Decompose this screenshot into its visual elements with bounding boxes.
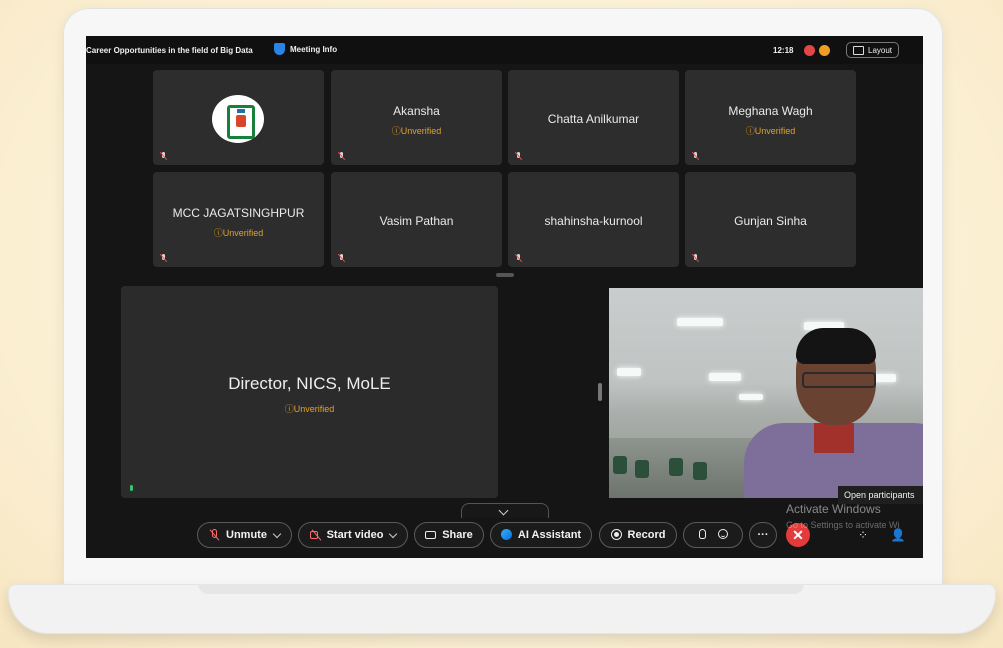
unverified-badge: ⓘUnverified [391,126,442,136]
participant-tile[interactable]: shahinsha-kurnool [508,172,679,267]
layout-label: Layout [868,45,893,55]
layout-icon [853,45,864,55]
participant-name: shahinsha-kurnool [544,214,643,228]
participant-name: Chatta Anilkumar [547,112,640,126]
mic-muted-icon [692,152,700,160]
meeting-info-button[interactable]: Meeting Info [274,43,337,55]
participant-tile[interactable]: MCC JAGATSINGHPUR ⓘUnverified [153,172,324,267]
self-video[interactable] [609,288,923,498]
chevron-down-icon [272,529,282,538]
chair [693,462,707,480]
participant-name: Vasim Pathan [379,214,454,228]
laptop-notch [198,584,804,594]
participant-name: Meghana Wagh [728,104,813,118]
participant-tile[interactable]: Vasim Pathan [331,172,502,267]
recording-indicator-icon [804,45,815,56]
chair [613,456,627,474]
participant-tile[interactable]: Gunjan Sinha [685,172,856,267]
participant-tile[interactable] [153,70,324,165]
start-video-label: Start video [326,529,384,541]
reactions-group[interactable] [683,522,743,548]
ceiling-light [739,394,763,400]
ai-assistant-button[interactable]: AI Assistant [490,522,592,548]
mic-active-icon [128,485,136,493]
status-indicator-icon [819,45,830,56]
unverified-badge: ⓘUnverified [745,126,796,136]
unmute-label: Unmute [226,529,267,541]
mic-muted-icon [515,254,523,262]
mic-muted-icon [515,152,523,160]
mic-muted-icon [160,254,168,262]
share-label: Share [442,529,473,541]
activation-watermark: Activate Windows [786,502,881,516]
mic-muted-icon [692,254,700,262]
layout-button[interactable]: Layout [846,42,900,58]
raise-hand-icon[interactable] [697,529,709,541]
ceiling-light [709,373,741,381]
stage-tile[interactable]: Director, NICS, MoLE ⓘUnverified [121,286,498,498]
more-options-button[interactable]: ··· [749,522,777,548]
participants-icon[interactable]: 👤 [889,526,907,544]
unverified-badge: ⓘUnverified [284,404,335,414]
record-button[interactable]: Record [599,522,677,548]
resize-handle[interactable] [496,273,514,277]
mic-muted-icon [160,152,168,160]
laptop-base [8,584,996,634]
collapse-toolbar-button[interactable] [461,503,549,518]
record-icon [610,529,623,541]
chair [669,458,683,476]
activation-watermark-subtext: Go to Settings to activate Wi [786,520,900,530]
unmute-button[interactable]: Unmute [197,522,292,548]
ceiling-light [617,368,641,376]
participant-name: Gunjan Sinha [734,214,807,228]
participant-tile[interactable]: Akansha ⓘUnverified [331,70,502,165]
participant-name: Akansha [393,104,440,118]
chair [635,460,649,478]
mic-muted-icon [338,254,346,262]
organization-logo-icon [212,95,264,143]
stage-participant-name: Director, NICS, MoLE [228,374,391,393]
title-bar: Career Opportunities in the field of Big… [86,36,923,64]
video-off-icon [309,529,322,541]
mic-muted-icon [338,152,346,160]
chevron-down-icon [389,529,398,538]
more-icon: ··· [757,529,769,541]
ai-assistant-label: AI Assistant [517,529,582,541]
meeting-window: Career Opportunities in the field of Big… [86,36,923,558]
mic-off-icon [209,529,221,541]
meeting-title: Career Opportunities in the field of Big… [86,46,253,55]
unverified-badge: ⓘUnverified [213,228,264,238]
start-video-button[interactable]: Start video [298,522,408,548]
participant-name: MCC JAGATSINGHPUR [172,206,305,220]
reactions-icon[interactable] [717,529,730,541]
participant-tile[interactable]: Meghana Wagh ⓘUnverified [685,70,856,165]
record-label: Record [627,529,666,541]
ceiling-light [677,318,723,326]
clock: 12:18 [773,46,794,55]
ai-assistant-icon [500,529,513,541]
meeting-info-label: Meeting Info [290,44,338,54]
apps-icon[interactable]: ⁘ [854,526,872,544]
shield-icon [274,43,285,55]
share-screen-icon [425,529,437,541]
share-button[interactable]: Share [414,522,484,548]
stage-resize-handle[interactable] [598,383,602,401]
participant-person [744,328,923,498]
participant-tile[interactable]: Chatta Anilkumar [508,70,679,165]
